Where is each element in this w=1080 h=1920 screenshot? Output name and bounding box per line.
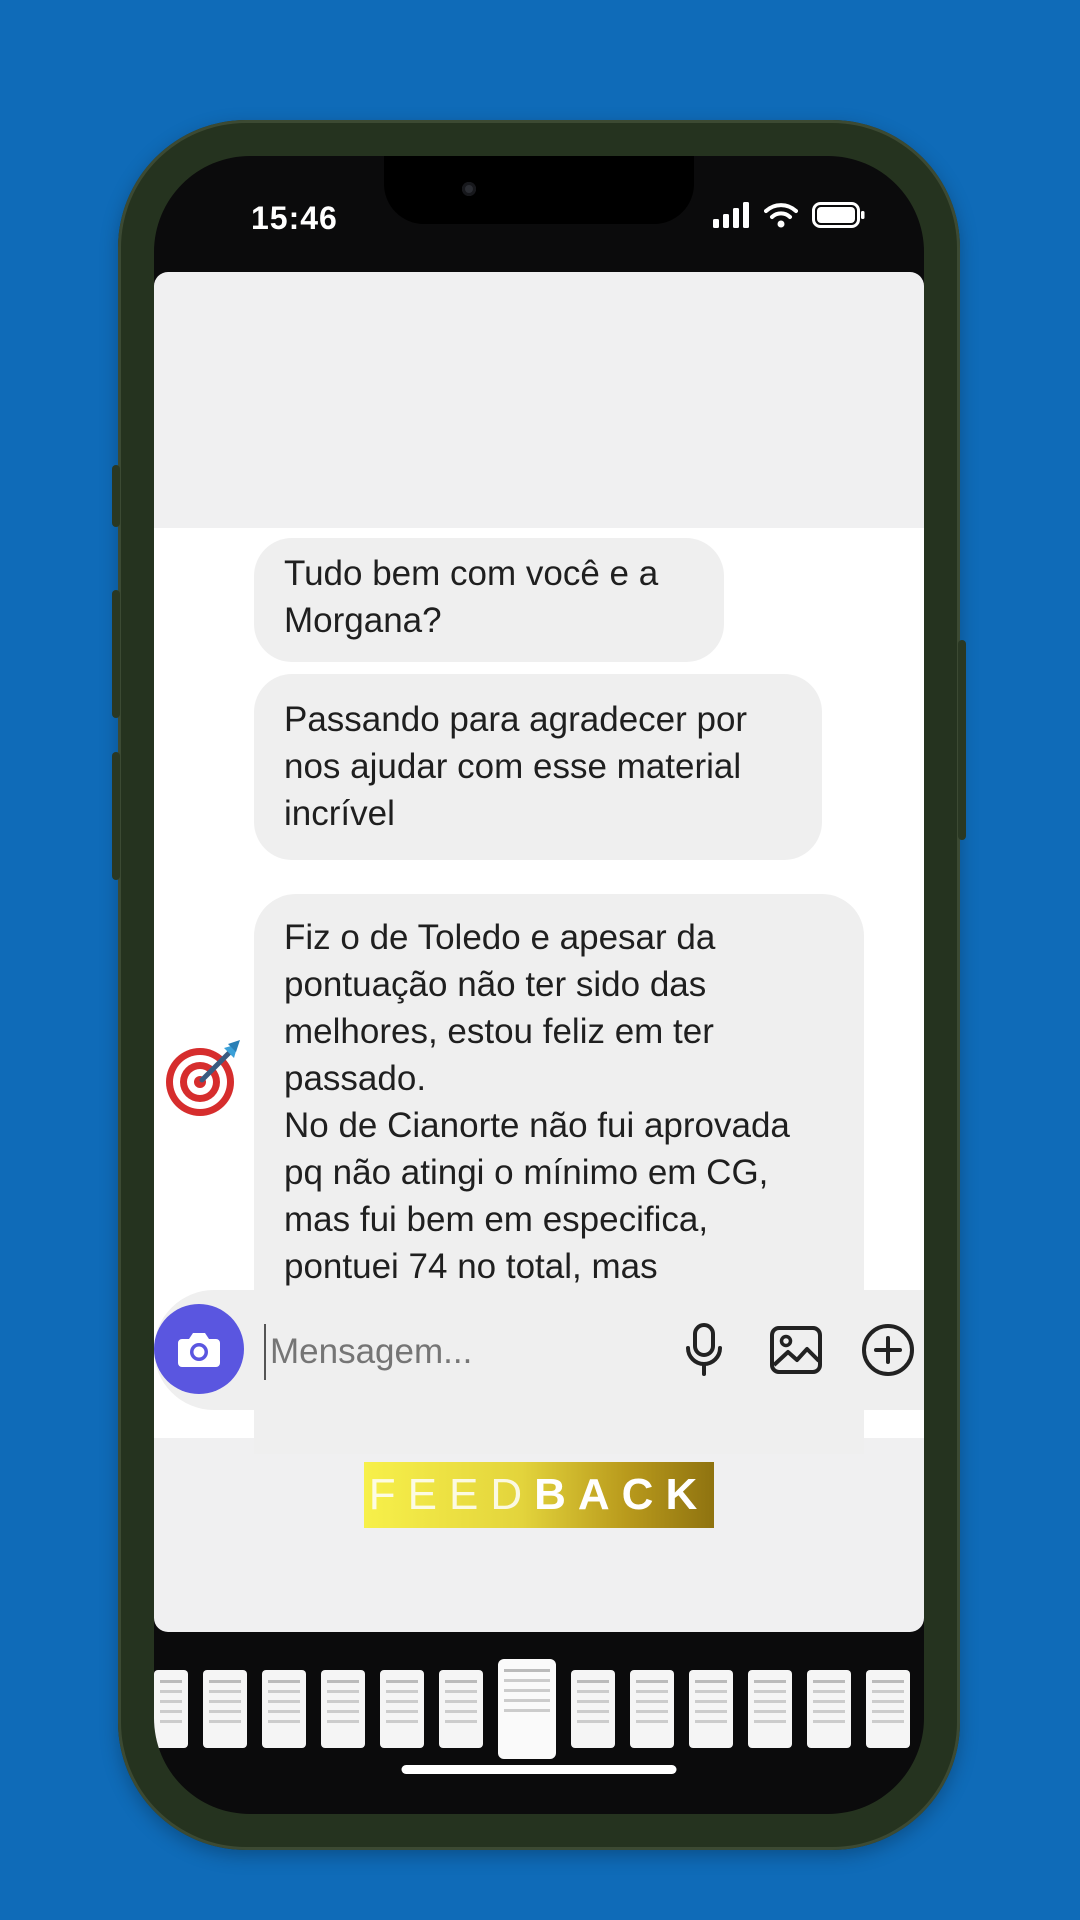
camera-icon <box>178 1333 220 1367</box>
front-camera <box>462 182 476 196</box>
thumbnail[interactable] <box>203 1670 247 1748</box>
target-dart-icon <box>162 1038 242 1118</box>
thumbnail[interactable] <box>154 1670 188 1748</box>
message-composer <box>154 1290 924 1410</box>
wifi-icon <box>764 203 798 228</box>
thumbnail[interactable] <box>321 1670 365 1748</box>
thumbnail-active[interactable] <box>498 1659 556 1759</box>
home-indicator[interactable] <box>401 1765 677 1774</box>
thumbnail[interactable] <box>262 1670 306 1748</box>
thumbnail[interactable] <box>748 1670 792 1748</box>
message-bubble-1: Tudo bem com você e a Morgana? <box>254 538 724 662</box>
story-content: Tudo bem com você e a Morgana? Passando … <box>154 272 924 1632</box>
status-time: 15:46 <box>251 200 338 236</box>
message-bubble-2: Passando para agradecer por nos ajudar c… <box>254 674 822 860</box>
signal-icon <box>713 202 749 228</box>
story-thumbnail-strip <box>154 1654 924 1764</box>
thumbnail[interactable] <box>571 1670 615 1748</box>
microphone-button[interactable] <box>674 1320 734 1380</box>
plus-circle-icon <box>862 1324 914 1376</box>
thumbnail[interactable] <box>689 1670 733 1748</box>
thumbnail[interactable] <box>630 1670 674 1748</box>
thumbnail[interactable] <box>807 1670 851 1748</box>
power-button <box>958 640 966 840</box>
feedback-text-part2: BACK <box>534 1470 710 1519</box>
battery-icon <box>812 202 865 228</box>
camera-button[interactable] <box>154 1304 244 1394</box>
thumbnail[interactable] <box>866 1670 910 1748</box>
message-input[interactable] <box>264 1324 652 1380</box>
feedback-text-part1: FEED <box>368 1470 535 1519</box>
thumbnail[interactable] <box>439 1670 483 1748</box>
thumbnail[interactable] <box>380 1670 424 1748</box>
add-button[interactable] <box>858 1320 918 1380</box>
microphone-icon <box>686 1323 722 1376</box>
volume-down-button <box>112 752 120 880</box>
dynamic-island <box>384 156 694 224</box>
image-icon <box>770 1326 822 1374</box>
volume-up-button <box>112 590 120 718</box>
gallery-button[interactable] <box>766 1320 826 1380</box>
feedback-banner: FEED BACK <box>364 1462 714 1528</box>
status-icons <box>712 202 866 228</box>
mute-switch <box>112 465 120 527</box>
phone-screen: 15:46 Tudo bem com você e a Morgana? Pas… <box>154 156 924 1814</box>
phone-frame: 15:46 Tudo bem com você e a Morgana? Pas… <box>112 120 966 1850</box>
